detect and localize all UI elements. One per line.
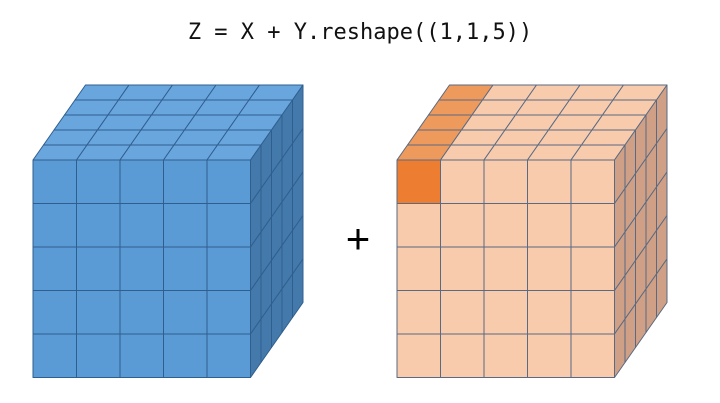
- cube-front-face: [396, 290, 441, 335]
- cube-front-face: [527, 159, 572, 204]
- cube-front-face: [119, 203, 164, 248]
- cube-front-face: [570, 246, 615, 291]
- broadcast-diagram: Z = X + Y.reshape((1,1,5)) +: [0, 0, 720, 403]
- cube-front-face: [119, 290, 164, 335]
- cube-front-face: [396, 159, 441, 204]
- cube-front-face: [206, 333, 251, 378]
- x-array-cube: [32, 84, 304, 378]
- cube-front-face: [527, 246, 572, 291]
- cube-front-face: [76, 290, 121, 335]
- cube-front-face: [206, 159, 251, 204]
- cube-front-face: [527, 290, 572, 335]
- cube-front-face: [32, 203, 77, 248]
- cube-front-face: [527, 203, 572, 248]
- cube-front-face: [76, 159, 121, 204]
- cube-front-face: [76, 246, 121, 291]
- cube-front-face: [483, 159, 528, 204]
- cube-front-face: [570, 203, 615, 248]
- cube-front-face: [32, 246, 77, 291]
- cube-front-face: [396, 333, 441, 378]
- cube-front-face: [119, 159, 164, 204]
- cube-front-face: [163, 246, 208, 291]
- cube-front-face: [119, 246, 164, 291]
- cube-front-face: [119, 333, 164, 378]
- cube-front-face: [527, 333, 572, 378]
- cube-front-face: [396, 203, 441, 248]
- cube-front-face: [440, 246, 485, 291]
- cube-front-face: [163, 333, 208, 378]
- cube-front-face: [76, 333, 121, 378]
- cube-front-face: [396, 246, 441, 291]
- cube-front-face: [440, 333, 485, 378]
- cube-front-face: [206, 203, 251, 248]
- cube-front-face: [440, 290, 485, 335]
- cube-front-face: [163, 203, 208, 248]
- cube-front-face: [32, 290, 77, 335]
- cube-front-face: [483, 246, 528, 291]
- cube-front-face: [570, 159, 615, 204]
- cube-front-face: [206, 246, 251, 291]
- cube-front-face: [76, 203, 121, 248]
- cube-front-face: [163, 159, 208, 204]
- cube-front-face: [32, 159, 77, 204]
- cube-front-face: [440, 159, 485, 204]
- y-broadcast-cube: [396, 84, 668, 378]
- cube-front-face: [570, 333, 615, 378]
- cube-front-face: [440, 203, 485, 248]
- cube-front-face: [32, 333, 77, 378]
- cube-front-face: [570, 290, 615, 335]
- plus-operator: +: [345, 215, 371, 262]
- cubes-canvas: [32, 84, 668, 378]
- cube-front-face: [483, 203, 528, 248]
- cube-front-face: [483, 333, 528, 378]
- cube-front-face: [206, 290, 251, 335]
- cube-front-face: [483, 290, 528, 335]
- cube-front-face: [163, 290, 208, 335]
